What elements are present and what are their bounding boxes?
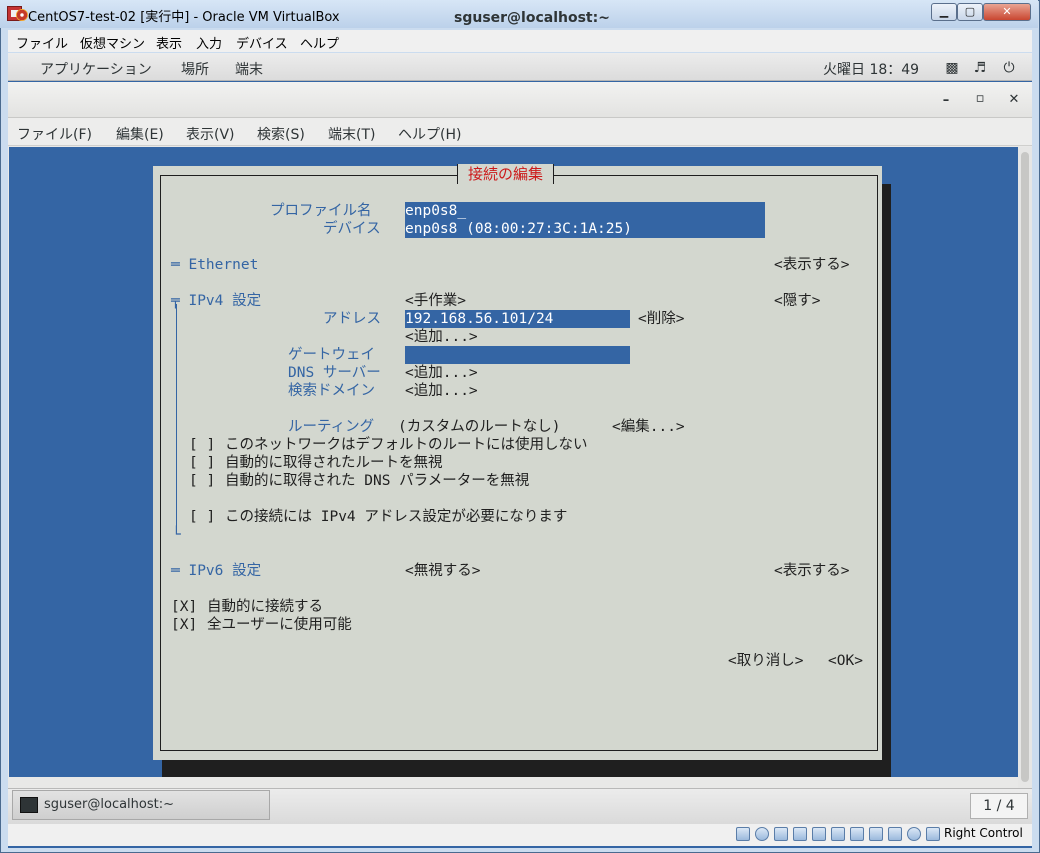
terminal-menu-help[interactable]: ヘルプ(H) xyxy=(398,124,461,144)
menu-help[interactable]: ヘルプ xyxy=(300,33,339,52)
window-title: CentOS7-test-02 [実行中] - Oracle VM Virtua… xyxy=(28,10,340,25)
optical-drive-icon[interactable] xyxy=(755,827,769,841)
terminal-menu-terminal[interactable]: 端末(T) xyxy=(328,124,375,144)
terminal-menu-file[interactable]: ファイル(F) xyxy=(17,124,92,144)
address-add-button[interactable]: <追加...> xyxy=(405,328,478,346)
gateway-input[interactable] xyxy=(405,346,630,364)
ethernet-show-button[interactable]: <表示する> xyxy=(774,256,849,274)
ipv6-section-label: ═ IPv6 設定 xyxy=(171,563,262,579)
terminal-title: sguser@localhost:~ xyxy=(454,10,610,26)
ipv4-section-end: └ xyxy=(172,527,181,543)
profile-name-input[interactable]: enp0s8_ xyxy=(405,202,765,220)
auto-connect-label: 自動的に接続する xyxy=(207,599,323,615)
routing-value: (カスタムのルートなし) xyxy=(398,419,561,435)
menu-machine[interactable]: 仮想マシン xyxy=(80,33,145,52)
search-domain-label: 検索ドメイン xyxy=(288,383,375,399)
ignore-routes-checkbox[interactable]: [ ] xyxy=(189,454,215,472)
workspace-indicator[interactable]: 1 / 4 xyxy=(970,793,1028,819)
audio-icon[interactable] xyxy=(774,827,788,841)
maximize-button[interactable]: ▢ xyxy=(957,3,983,21)
dialog-title: 接続の編集 xyxy=(457,164,555,184)
terminal-maximize-button[interactable]: ▫ xyxy=(972,91,988,107)
all-users-checkbox[interactable]: [X] xyxy=(171,616,197,634)
search-domain-add-button[interactable]: <追加...> xyxy=(405,382,478,400)
terminal-menu-edit[interactable]: 編集(E) xyxy=(116,124,164,144)
routing-edit-button[interactable]: <編集...> xyxy=(612,418,685,436)
ipv6-method-button[interactable]: <無視する> xyxy=(405,562,480,580)
terminal-minimize-button[interactable]: – xyxy=(938,93,954,109)
address-input[interactable]: 192.168.56.101/24 xyxy=(405,310,630,328)
routing-label: ルーティング xyxy=(288,419,375,435)
device-label: デバイス xyxy=(323,221,381,237)
usb-icon[interactable] xyxy=(812,827,826,841)
terminal-menu-view[interactable]: 表示(V) xyxy=(186,124,235,144)
never-default-label: このネットワークはデフォルトのルートには使用しない xyxy=(225,437,588,453)
device-value: enp0s8 (08:00:27:3C:1A:25) xyxy=(405,221,632,237)
ipv4-hide-button[interactable]: <隠す> xyxy=(774,292,820,310)
display-icon[interactable] xyxy=(850,827,864,841)
host-key-label[interactable]: Right Control xyxy=(944,826,1023,840)
shared-folders-icon[interactable] xyxy=(831,827,845,841)
menu-devices[interactable]: デバイス xyxy=(236,33,288,52)
close-button[interactable]: ✕ xyxy=(983,3,1031,21)
network-adapter-icon[interactable] xyxy=(793,827,807,841)
profile-name-value: enp0s8_ xyxy=(405,203,467,219)
device-input[interactable]: enp0s8 (08:00:27:3C:1A:25) xyxy=(405,220,765,238)
ipv4-method-button[interactable]: <手作業> xyxy=(405,292,466,310)
mouse-integration-icon[interactable] xyxy=(907,827,921,841)
power-icon[interactable]: ⏻ xyxy=(1001,60,1017,76)
virtualization-icon[interactable] xyxy=(888,827,902,841)
hard-disk-icon[interactable] xyxy=(736,827,750,841)
auto-connect-checkbox[interactable]: [X] xyxy=(171,598,197,616)
video-capture-icon[interactable] xyxy=(869,827,883,841)
menu-file[interactable]: ファイル xyxy=(16,33,68,52)
gnome-foot-icon[interactable] xyxy=(16,9,28,21)
ignore-dns-label: 自動的に取得された DNS パラメーターを無視 xyxy=(225,473,530,489)
terminal-bottom-border xyxy=(9,777,1018,788)
require-ipv4-checkbox[interactable]: [ ] xyxy=(189,508,215,526)
terminal-scrollbar-thumb[interactable] xyxy=(1021,152,1029,782)
terminal-titlebar[interactable] xyxy=(8,82,1032,118)
ignore-routes-label: 自動的に取得されたルートを無視 xyxy=(225,455,443,471)
menu-view[interactable]: 表示 xyxy=(156,33,182,52)
never-default-checkbox[interactable]: [ ] xyxy=(189,436,215,454)
require-ipv4-label: この接続には IPv4 アドレス設定が必要になります xyxy=(225,509,568,525)
terminal-menu-search[interactable]: 検索(S) xyxy=(257,124,305,144)
cancel-button[interactable]: <取り消し> xyxy=(728,652,803,670)
menu-input[interactable]: 入力 xyxy=(196,33,222,52)
address-remove-button[interactable]: <削除> xyxy=(638,310,684,328)
terminal-close-button[interactable]: ✕ xyxy=(1006,92,1022,108)
address-value: 192.168.56.101/24 xyxy=(405,311,554,327)
profile-name-label: プロファイル名 xyxy=(270,203,372,219)
gateway-label: ゲートウェイ xyxy=(288,347,375,363)
ethernet-section-label: ═ Ethernet xyxy=(171,257,259,273)
address-label: アドレス xyxy=(323,311,381,327)
ipv6-show-button[interactable]: <表示する> xyxy=(774,562,849,580)
ipv4-section-label: ╤ IPv4 設定 xyxy=(171,293,262,309)
clock[interactable]: 火曜日 18：49 xyxy=(823,59,919,79)
volume-icon[interactable]: ♬ xyxy=(972,60,988,76)
dns-add-button[interactable]: <追加...> xyxy=(405,364,478,382)
gnome-terminal-menu[interactable]: 端末 xyxy=(235,59,263,79)
minimize-button[interactable]: ▁ xyxy=(931,3,957,21)
dns-server-label: DNS サーバー xyxy=(288,365,381,381)
terminal-icon xyxy=(20,797,38,813)
ok-button[interactable]: <OK> xyxy=(828,652,863,670)
network-icon[interactable]: ▩ xyxy=(944,60,960,76)
all-users-label: 全ユーザーに使用可能 xyxy=(207,617,352,633)
gnome-places-menu[interactable]: 場所 xyxy=(181,59,209,79)
taskbar-terminal-label: sguser@localhost:~ xyxy=(44,797,175,812)
ignore-dns-checkbox[interactable]: [ ] xyxy=(189,472,215,490)
gnome-applications-menu[interactable]: アプリケーション xyxy=(40,59,152,79)
keyboard-capture-icon[interactable] xyxy=(926,827,940,841)
ipv4-section-line xyxy=(176,304,177,532)
